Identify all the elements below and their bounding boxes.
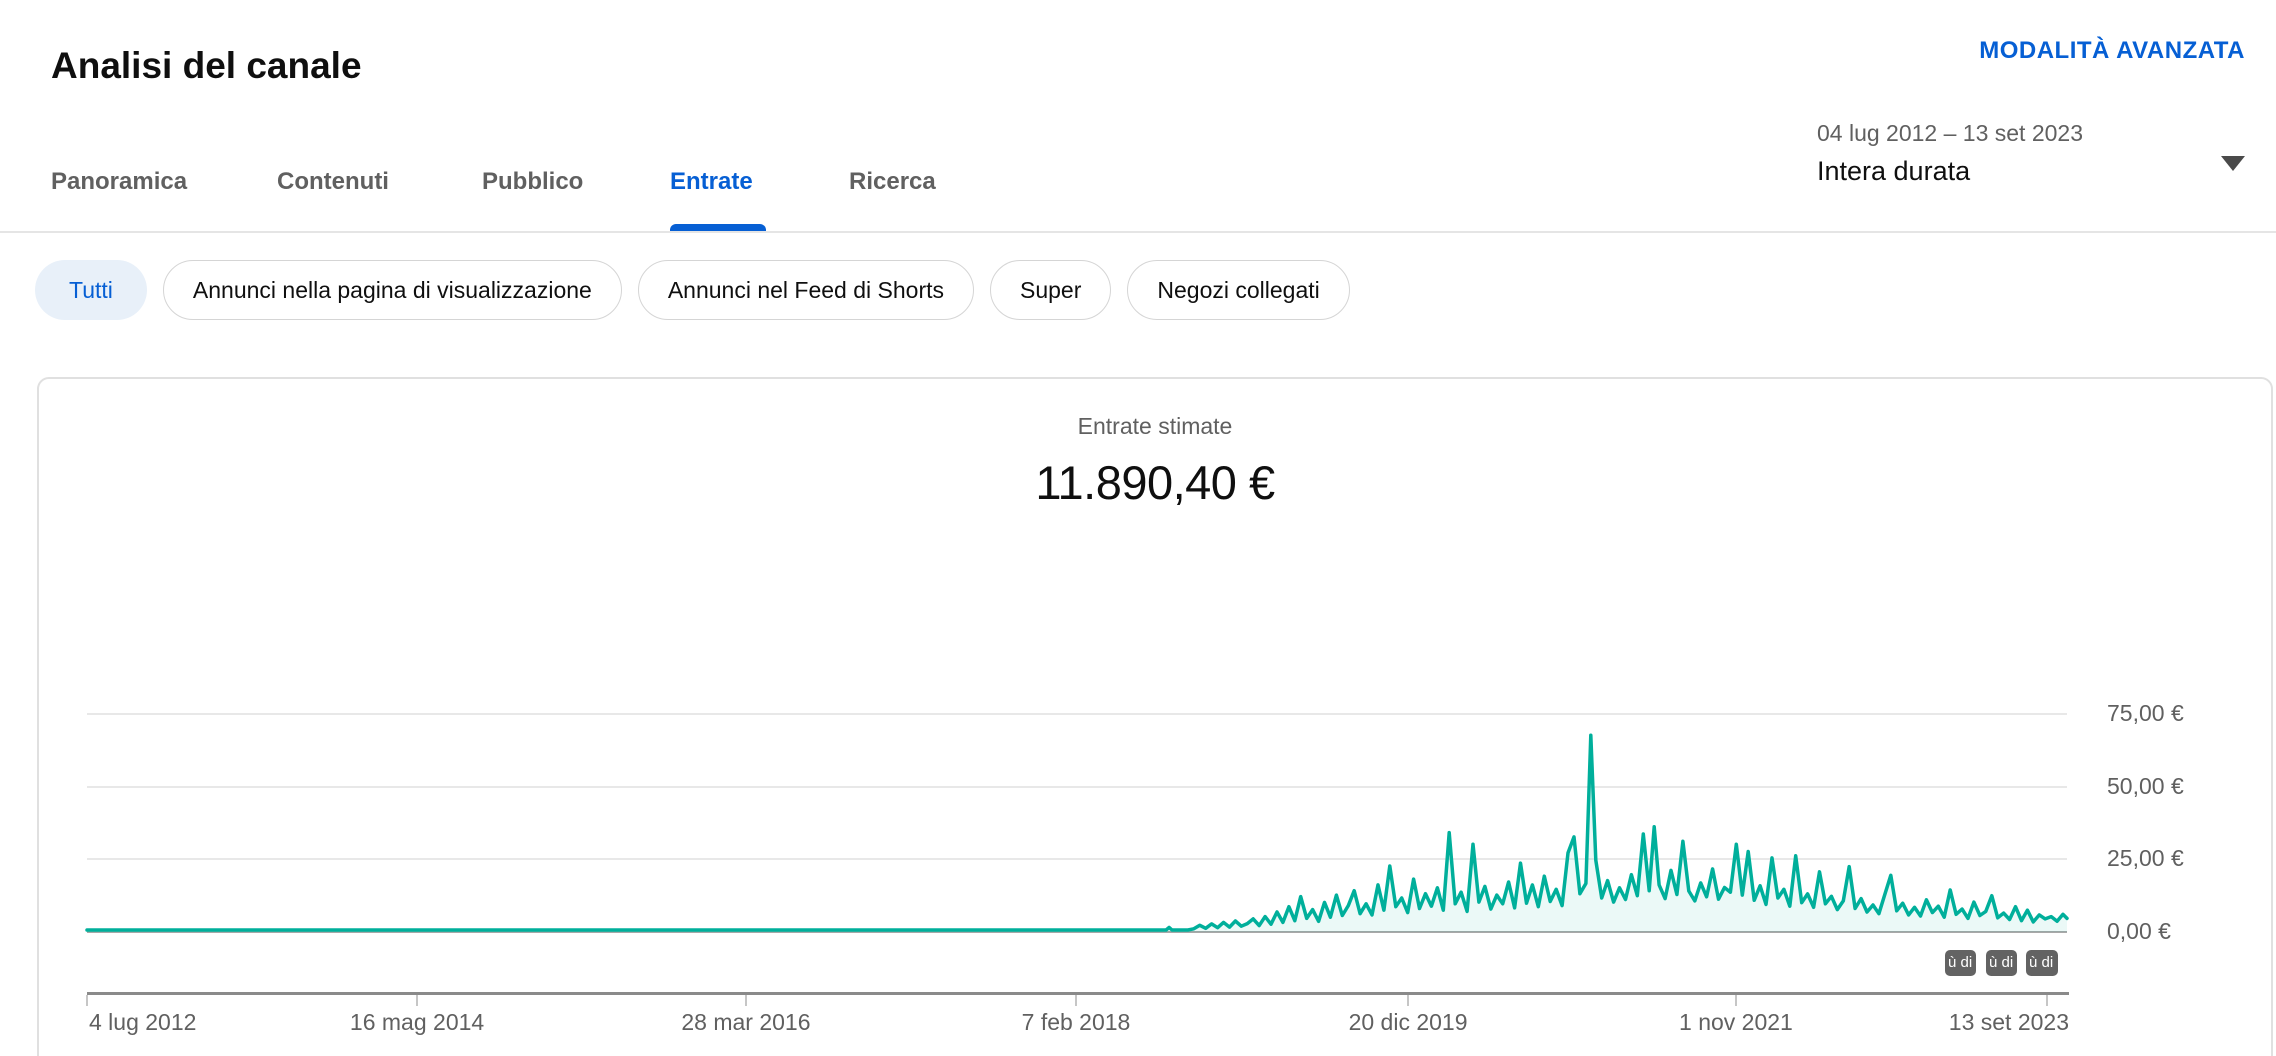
page-title: Analisi del canale <box>51 45 362 87</box>
analytics-tabs: Panoramica Contenuti Pubblico Entrate Ri… <box>0 168 2276 231</box>
x-axis-tick <box>1075 995 1077 1006</box>
revenue-filter-chips: Tutti Annunci nella pagina di visualizza… <box>35 260 1350 320</box>
x-axis-tick <box>86 995 88 1006</box>
x-axis-label: 16 mag 2014 <box>350 1009 484 1036</box>
x-axis-tick <box>745 995 747 1006</box>
x-axis-tick <box>1407 995 1409 1006</box>
x-axis-label: 4 lug 2012 <box>89 1009 196 1036</box>
x-axis-label: 20 dic 2019 <box>1349 1009 1468 1036</box>
tab-panoramica[interactable]: Panoramica <box>51 168 187 196</box>
estimated-revenue-card: Entrate stimate 11.890,40 € 75,00 €50,00… <box>37 377 2273 1056</box>
youtube-studio-analytics-page: Analisi del canale MODALITÀ AVANZATA 04 … <box>0 0 2276 1056</box>
tab-ricerca[interactable]: Ricerca <box>849 168 936 196</box>
x-axis-label: 13 set 2023 <box>1949 1009 2069 1036</box>
chip-annunci-feed-shorts[interactable]: Annunci nel Feed di Shorts <box>638 260 974 320</box>
date-range-text: 04 lug 2012 – 13 set 2023 <box>1817 118 2257 148</box>
overflow-tooltip-badge: ù di <box>1945 950 1976 976</box>
y-axis-label: 25,00 € <box>2107 845 2184 872</box>
x-axis-label: 7 feb 2018 <box>1022 1009 1131 1036</box>
advanced-mode-link[interactable]: MODALITÀ AVANZATA <box>1979 37 2245 65</box>
y-axis-label: 0,00 € <box>2107 918 2171 945</box>
chip-super[interactable]: Super <box>990 260 1111 320</box>
y-axis-label: 75,00 € <box>2107 700 2184 727</box>
x-axis-tick <box>416 995 418 1006</box>
tab-contenuti[interactable]: Contenuti <box>277 168 389 196</box>
chip-annunci-pagina-visualizzazione[interactable]: Annunci nella pagina di visualizzazione <box>163 260 622 320</box>
x-axis-tick <box>1735 995 1737 1006</box>
chip-negozi-collegati[interactable]: Negozi collegati <box>1127 260 1349 320</box>
tab-entrate[interactable]: Entrate <box>670 168 753 196</box>
tabs-divider <box>0 231 2276 233</box>
x-axis-label: 28 mar 2016 <box>681 1009 810 1036</box>
y-axis-label: 50,00 € <box>2107 773 2184 800</box>
revenue-line-series <box>87 658 2067 932</box>
chip-tutti[interactable]: Tutti <box>35 260 147 320</box>
x-axis-label: 1 nov 2021 <box>1679 1009 1793 1036</box>
revenue-chart[interactable]: 75,00 € 50,00 € 25,00 € 0,00 € 4 lug 2012 16 … <box>39 379 2271 1056</box>
overflow-tooltip-badge: ù di <box>2026 950 2058 976</box>
tab-pubblico[interactable]: Pubblico <box>482 168 583 196</box>
overflow-tooltip-badge: ù di <box>1986 950 2017 976</box>
x-axis-tick <box>2046 995 2048 1006</box>
x-axis-line <box>87 992 2069 995</box>
